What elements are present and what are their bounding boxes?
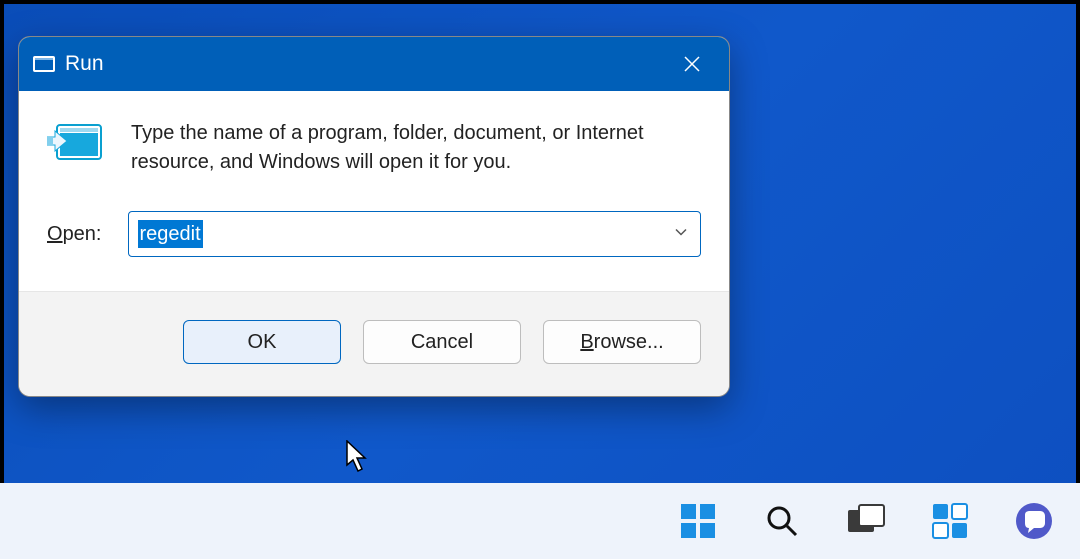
dialog-content: Type the name of a program, folder, docu… (19, 91, 729, 187)
run-dialog: Run Type the name of (18, 36, 730, 397)
run-icon (47, 119, 107, 170)
cancel-button[interactable]: Cancel (363, 320, 521, 364)
widgets-button[interactable] (928, 499, 972, 543)
task-view-button[interactable] (844, 499, 888, 543)
open-label: Open: (47, 223, 102, 246)
open-row: Open: regedit (19, 187, 729, 291)
browse-button[interactable]: Browse... (543, 320, 701, 364)
close-button[interactable] (669, 44, 715, 84)
chat-button[interactable] (1012, 499, 1056, 543)
taskbar (0, 483, 1080, 559)
open-combobox[interactable]: regedit (128, 211, 702, 257)
search-button[interactable] (760, 499, 804, 543)
dialog-description: Type the name of a program, folder, docu… (131, 119, 701, 177)
cursor-icon (346, 440, 372, 479)
dialog-button-row: OK Cancel Browse... (19, 291, 729, 396)
dialog-title: Run (65, 52, 104, 76)
ok-button[interactable]: OK (183, 320, 341, 364)
start-button[interactable] (676, 499, 720, 543)
open-input[interactable] (128, 211, 702, 257)
titlebar[interactable]: Run (19, 37, 729, 91)
run-titlebar-icon (33, 55, 55, 73)
